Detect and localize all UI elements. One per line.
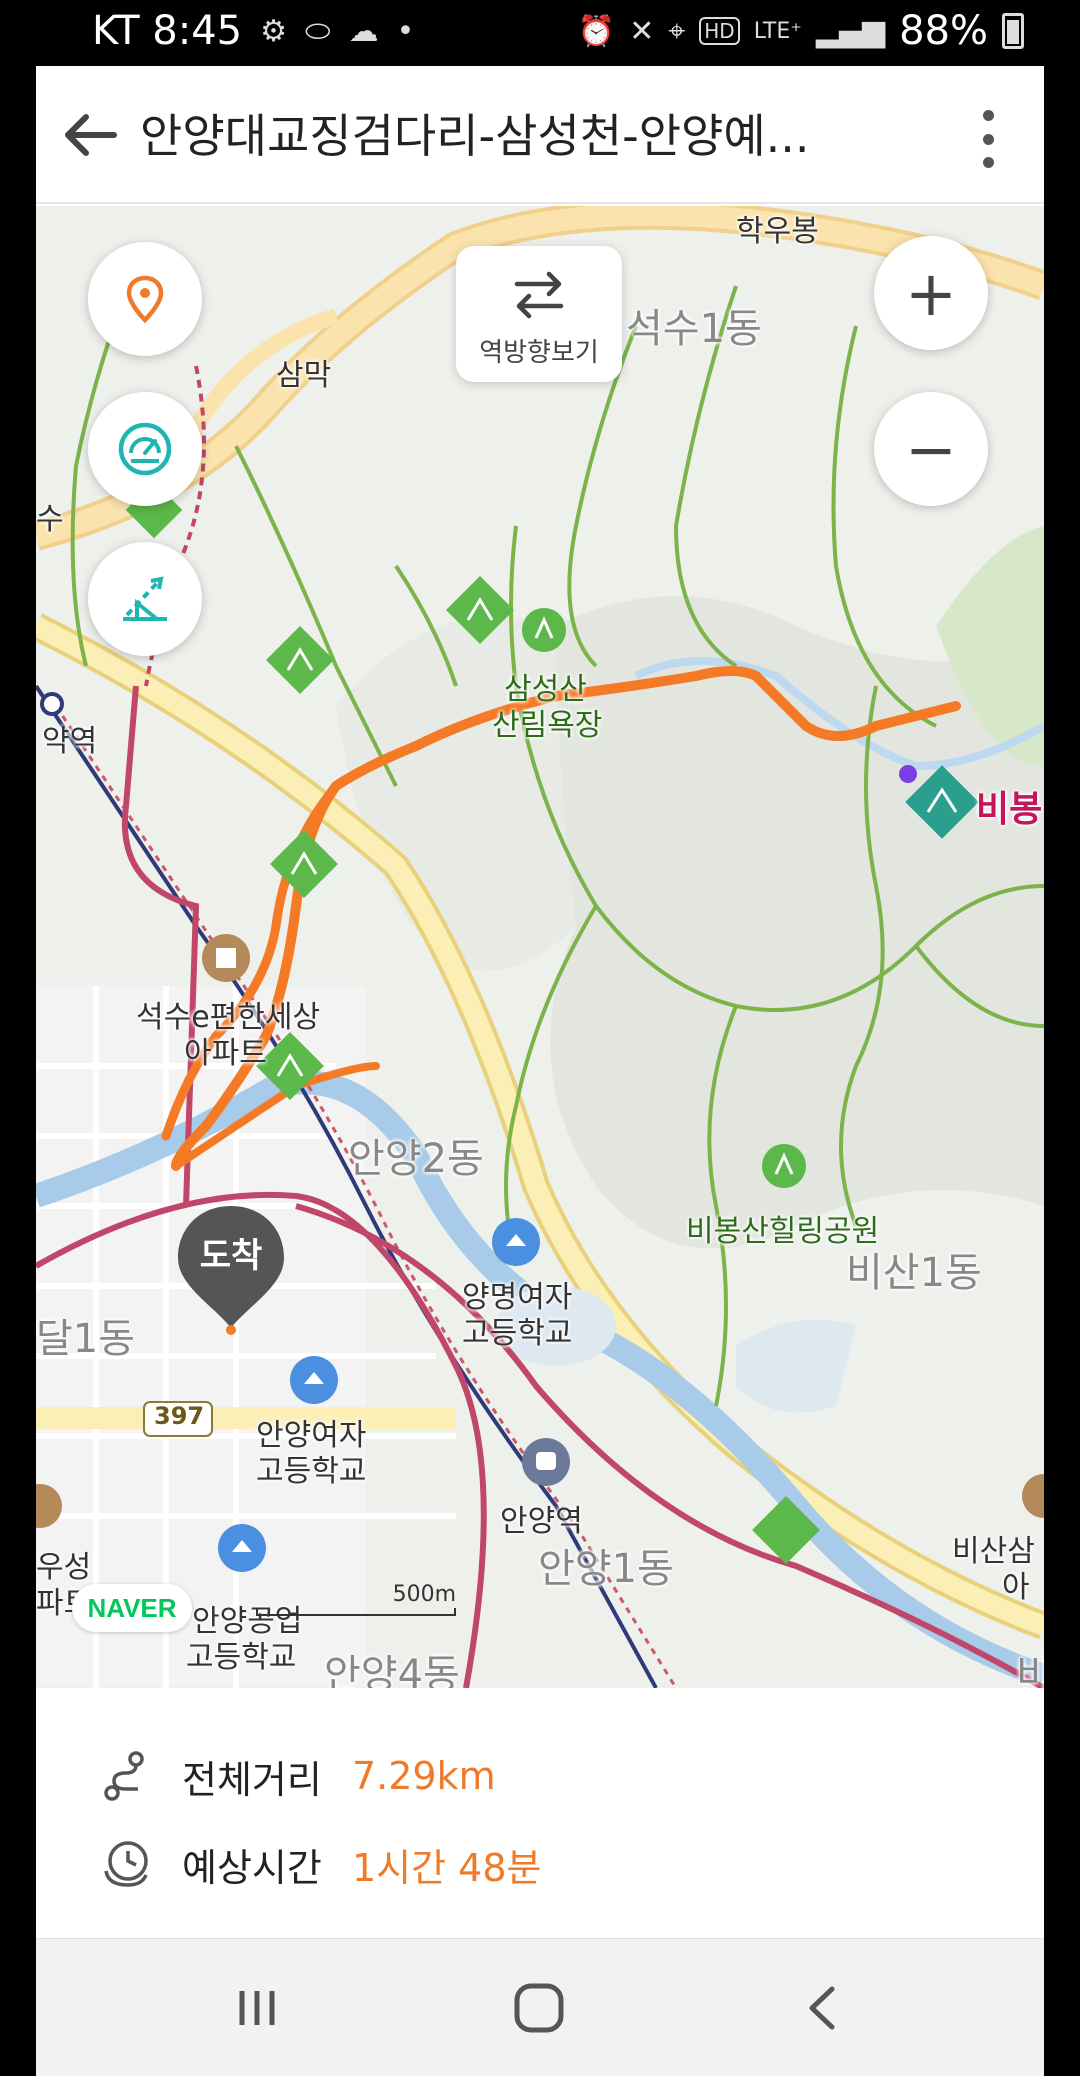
- map-label: 학우봉: [736, 214, 819, 249]
- time-row: 예상시간 1시간 48분: [98, 1834, 542, 1894]
- lte-icon: LTE⁺: [753, 18, 802, 44]
- alarm-icon: ⏰: [577, 13, 616, 49]
- arrival-marker[interactable]: 도착: [174, 1202, 288, 1336]
- scale-line: [256, 1608, 456, 1616]
- map-label: 아파트: [184, 1036, 267, 1071]
- back-button[interactable]: [56, 100, 126, 170]
- distance-label: 전체거리: [182, 1757, 322, 1802]
- apartment-icon: [202, 934, 250, 982]
- route-distance-icon: [104, 1751, 144, 1801]
- home-icon: [514, 1983, 564, 2033]
- zoom-out-button[interactable]: −: [874, 392, 988, 506]
- my-location-button[interactable]: [88, 242, 202, 356]
- map-label: 비: [1016, 1652, 1044, 1688]
- battery-icon: [1002, 13, 1024, 49]
- speed-gauge-button[interactable]: [88, 392, 202, 506]
- hd-icon: HD: [699, 17, 740, 45]
- header: 안양대교징검다리-삼성천-안양예...: [36, 66, 1044, 204]
- clock-icon: [104, 1841, 148, 1887]
- elevation-button[interactable]: [88, 542, 202, 656]
- battery-percent: 88%: [899, 8, 988, 54]
- naver-logo: NAVER: [72, 1584, 192, 1632]
- cloud-icon: ☁: [348, 13, 379, 49]
- school-icon: [290, 1356, 338, 1404]
- reservoir: [736, 1319, 856, 1413]
- recent-apps-button[interactable]: [222, 1973, 292, 2043]
- map-view[interactable]: 학우봉 석수1동 삼막 삼성산 산림욕장 약역 석수e편한세상 아파트 비봉 안…: [36, 206, 1044, 1688]
- speedometer-icon: [118, 422, 172, 476]
- time-label: 예상시간: [182, 1845, 322, 1890]
- distance-row: 전체거리 7.29km: [98, 1746, 496, 1806]
- pill-icon: ⬭: [305, 13, 331, 49]
- map-label: 산림욕장: [492, 708, 603, 743]
- map-label: 비산1동: [846, 1250, 982, 1296]
- apartment-icon: [1022, 1474, 1044, 1518]
- park-icon: [762, 1144, 806, 1188]
- back-nav-button[interactable]: [788, 1973, 858, 2043]
- school-icon: [218, 1524, 266, 1572]
- map-label: 삼막: [276, 358, 332, 393]
- reverse-direction-button[interactable]: 역방향보기: [456, 246, 622, 382]
- status-bar: KT 8:45 ⚙ ⬭ ☁ • ⏰ ✕ ⌖ HD LTE⁺ ▂▄▆ 88%: [0, 0, 1080, 66]
- plus-icon: +: [905, 256, 957, 330]
- activity-icon: ⚙: [260, 13, 288, 49]
- road-number-label: 397: [154, 1402, 205, 1430]
- map-label: 석수1동: [626, 306, 762, 352]
- status-left: KT 8:45 ⚙ ⬭ ☁ •: [92, 8, 414, 54]
- status-right: ⏰ ✕ ⌖ HD LTE⁺ ▂▄▆ 88%: [578, 8, 1024, 54]
- map-label: 안양2동: [348, 1136, 484, 1182]
- app-screen: 안양대교징검다리-삼성천-안양예... 학우봉 석수1동 삼막 삼성산 산림욕장…: [36, 66, 1044, 1938]
- map-label: 안양역: [500, 1504, 583, 1539]
- more-options-button[interactable]: [968, 104, 1008, 174]
- location-pin-icon: [126, 275, 164, 324]
- recent-apps-icon: [239, 1991, 275, 2025]
- swap-arrows-icon: [514, 271, 564, 319]
- map-label: 안양1동: [538, 1546, 674, 1592]
- scale-label: 500m: [392, 1582, 456, 1607]
- incline-icon: [123, 576, 167, 621]
- map-label: 안양4동: [324, 1652, 460, 1688]
- carrier-time: KT 8:45: [92, 8, 243, 54]
- map-label: 고등학교: [256, 1454, 367, 1489]
- arrival-label: 도착: [199, 1236, 263, 1276]
- dot-icon: •: [396, 13, 415, 49]
- back-arrow-icon: [65, 114, 117, 156]
- map-scale-bar: 500m: [256, 1582, 456, 1620]
- subway-station-icon: [40, 692, 64, 716]
- train-station-icon: [522, 1438, 570, 1486]
- vibrate-icon: ✕: [629, 13, 655, 49]
- map-label: 달1동: [36, 1316, 136, 1362]
- school-icon: [492, 1218, 540, 1266]
- more-dot-icon: [982, 157, 994, 168]
- time-value: 1시간 48분: [352, 1845, 542, 1890]
- more-dot-icon: [982, 133, 994, 145]
- reverse-direction-label: 역방향보기: [479, 338, 599, 368]
- signal-icon: ▂▄▆: [815, 13, 886, 49]
- map-label: 고등학교: [462, 1316, 573, 1351]
- system-nav-bar: [36, 1938, 1044, 2076]
- map-label: 비봉: [976, 789, 1043, 830]
- zoom-in-button[interactable]: +: [874, 236, 988, 350]
- page-title: 안양대교징검다리-삼성천-안양예...: [140, 109, 810, 163]
- distance-value: 7.29km: [352, 1754, 496, 1798]
- map-label: 약역: [42, 724, 98, 759]
- map-label: 아: [1002, 1570, 1030, 1605]
- map-label: 수: [36, 502, 64, 537]
- route-info-panel: 전체거리 7.29km 예상시간 1시간 48분: [36, 1688, 1044, 1938]
- map-label: 고등학교: [186, 1640, 297, 1675]
- location-icon: ⌖: [668, 13, 686, 49]
- minus-icon: −: [905, 412, 957, 486]
- park-icon: [522, 608, 566, 652]
- home-button[interactable]: [504, 1973, 574, 2043]
- back-chevron-icon: [809, 1986, 835, 2030]
- more-dot-icon: [982, 110, 994, 121]
